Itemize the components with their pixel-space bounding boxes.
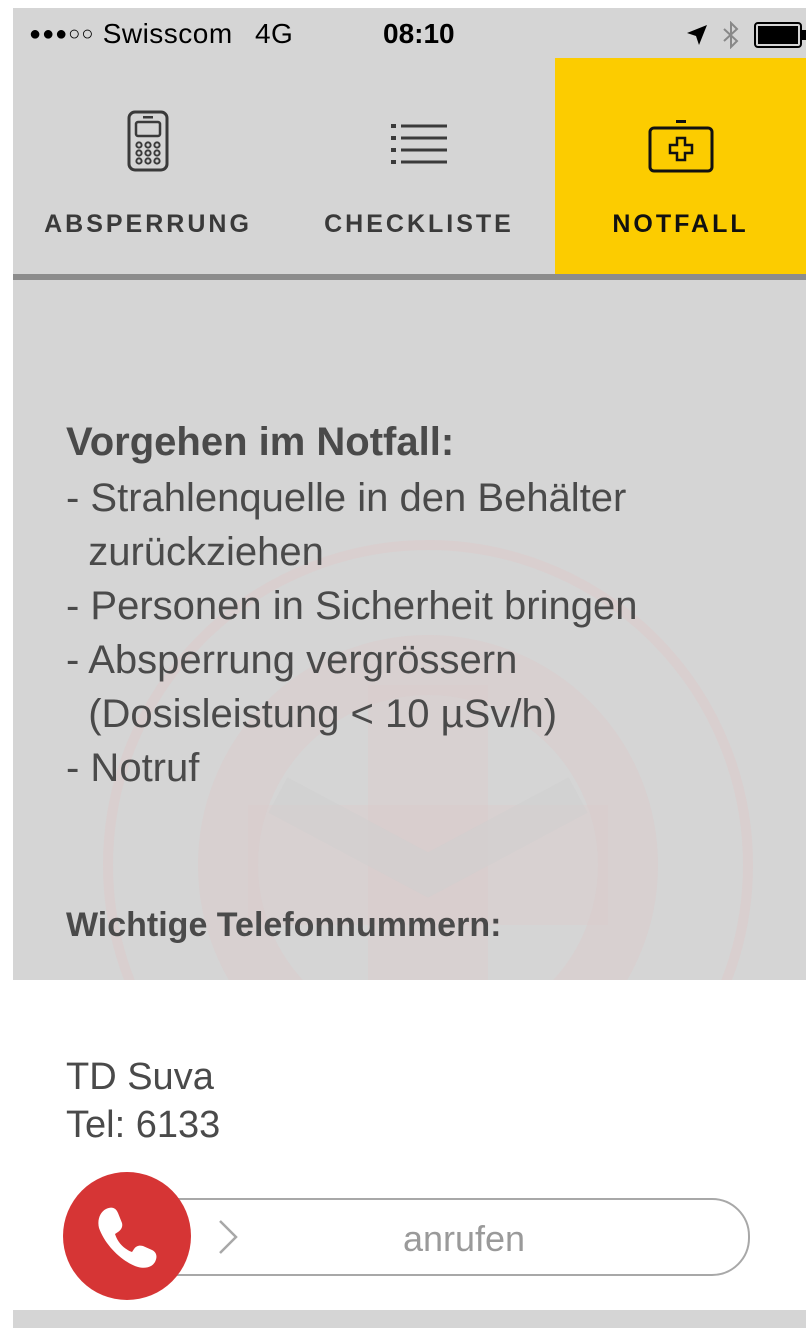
- procedure-step: zurückziehen: [66, 530, 324, 574]
- procedure-steps: - Strahlenquelle in den Behälter zurückz…: [66, 471, 637, 795]
- signal-strength: ●●●○○: [29, 23, 95, 45]
- procedure-step: - Absperrung vergrössern: [66, 638, 518, 682]
- clock: 08:10: [383, 18, 455, 49]
- carrier-info: ●●●○○ Swisscom 4G: [29, 18, 293, 50]
- call-slider[interactable]: anrufen: [128, 1198, 750, 1276]
- emergency-content: Vorgehen im Notfall: - Strahlenquelle in…: [13, 280, 806, 980]
- call-slider-label: anrufen: [402, 1218, 526, 1259]
- tab-bar: ABSPERRUNG CHECKLISTE NOTFALL: [13, 58, 806, 274]
- call-button[interactable]: [63, 1172, 191, 1300]
- battery-icon: [754, 22, 806, 48]
- first-aid-kit-icon: [648, 120, 713, 173]
- location-arrow-icon: [687, 25, 707, 45]
- status-bar: ●●●○○ Swisscom 4G 08:10: [13, 8, 806, 58]
- app-screen: ●●●○○ Swisscom 4G 08:10 ABSPERRUNG CHECK…: [13, 0, 806, 1328]
- procedure-step: - Personen in Sicherheit bringen: [66, 584, 638, 628]
- procedure-step: - Notruf: [66, 746, 200, 790]
- network-type: 4G: [254, 18, 294, 49]
- tab-notfall[interactable]: NOTFALL: [555, 58, 806, 274]
- bluetooth-icon: [723, 21, 739, 49]
- procedure-step: - Strahlenquelle in den Behälter: [66, 476, 627, 520]
- status-icons: [686, 20, 806, 50]
- contact-name: TD Suva: [66, 1056, 214, 1098]
- phone-handset-icon: [98, 1207, 157, 1268]
- phone-keypad-icon: [127, 110, 169, 172]
- contact-phone: Tel: 6133: [66, 1104, 221, 1146]
- phone-numbers-heading: Wichtige Telefonnummern:: [66, 906, 502, 944]
- tab-absperrung-label: ABSPERRUNG: [44, 210, 252, 238]
- list-icon: [391, 124, 447, 164]
- contact-card: TD Suva Tel: 6133 anrufen: [13, 980, 806, 1310]
- tab-absperrung[interactable]: ABSPERRUNG: [13, 58, 283, 274]
- procedure-title: Vorgehen im Notfall:: [66, 420, 455, 464]
- tab-checkliste[interactable]: CHECKLISTE: [283, 58, 555, 274]
- carrier-name: Swisscom: [102, 18, 233, 49]
- procedure-step: (Dosisleistung < 10 µSv/h): [66, 692, 558, 736]
- bottom-strip: [13, 1310, 806, 1328]
- tab-notfall-label: NOTFALL: [612, 210, 749, 238]
- tab-checkliste-label: CHECKLISTE: [324, 210, 514, 238]
